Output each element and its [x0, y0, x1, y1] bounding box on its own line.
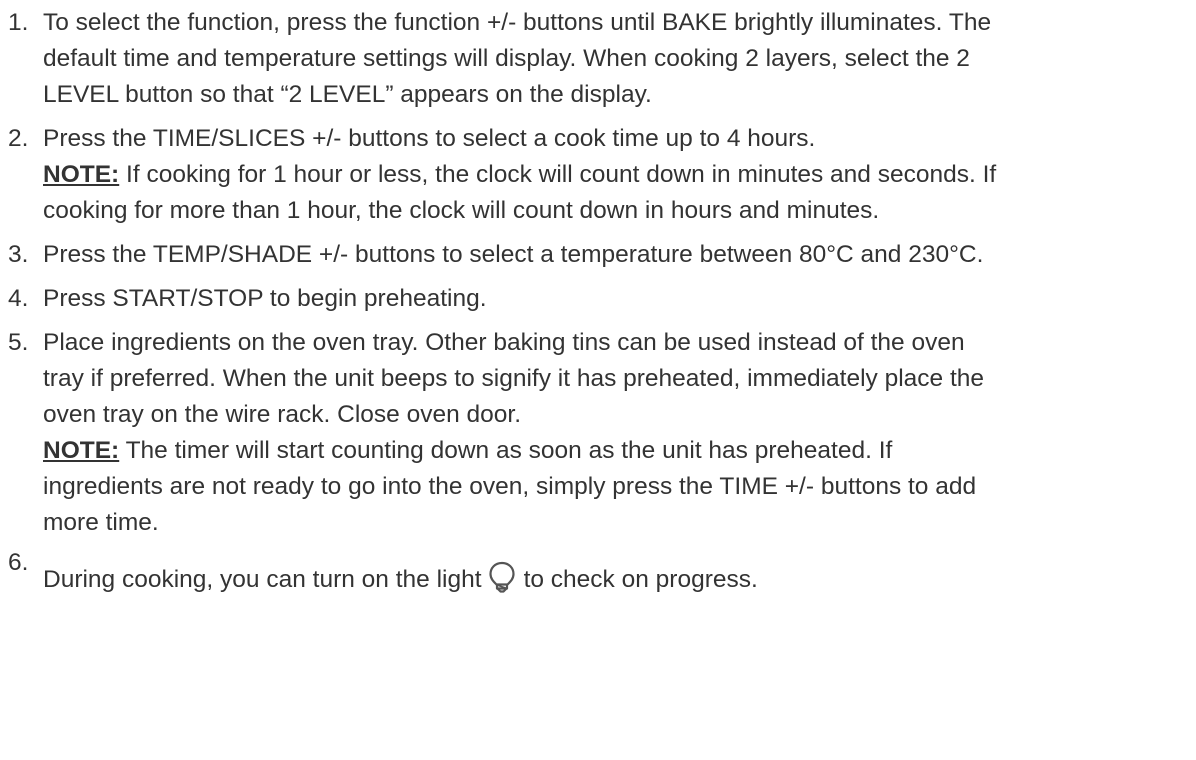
step-text: Press the TIME/SLICES +/- buttons to sel…	[43, 121, 1196, 229]
note-line: NOTE: The timer will start counting down…	[43, 433, 1188, 469]
step-number: 6.	[8, 549, 29, 576]
step-number: 1.	[8, 9, 29, 36]
step-text-after-icon: to check on progress.	[523, 566, 758, 593]
step-3: 3. Press the TEMP/SHADE +/- buttons to s…	[8, 237, 1196, 273]
lightbulb-icon	[488, 561, 515, 593]
step-1: 1. To select the function, press the fun…	[8, 5, 1196, 113]
step-line: tray if preferred. When the unit beeps t…	[43, 365, 985, 392]
step-text: To select the function, press the functi…	[43, 5, 1196, 113]
step-number: 3.	[8, 241, 29, 268]
note-line: NOTE: If cooking for 1 hour or less, the…	[43, 157, 1188, 193]
note-line: ingredients are not ready to go into the…	[43, 473, 977, 500]
step-5: 5. Place ingredients on the oven tray. O…	[8, 325, 1196, 541]
note-text: The timer will start counting down as so…	[119, 437, 893, 464]
step-text: During cooking, you can turn on the ligh…	[43, 561, 758, 598]
step-4: 4. Press START/STOP to begin preheating.	[8, 281, 1196, 317]
instructions-document: 1. To select the function, press the fun…	[0, 0, 1196, 760]
step-text: Press START/STOP to begin preheating.	[43, 281, 1196, 317]
step-text-before-icon: During cooking, you can turn on the ligh…	[43, 566, 482, 593]
step-number: 5.	[8, 329, 29, 356]
step-number: 2.	[8, 125, 29, 152]
step-line: Press the TIME/SLICES +/- buttons to sel…	[43, 125, 816, 152]
step-6: 6. During cooking, you can turn on the l…	[8, 549, 1196, 599]
step-line: LEVEL button so that “2 LEVEL” appears o…	[43, 81, 652, 108]
step-line: Press the TEMP/SHADE +/- buttons to sele…	[43, 241, 984, 268]
step-text: Place ingredients on the oven tray. Othe…	[43, 325, 1196, 541]
note-label: NOTE:	[43, 437, 120, 464]
note-line: more time.	[43, 509, 159, 536]
step-text: Press the TEMP/SHADE +/- buttons to sele…	[43, 237, 1196, 273]
step-line: oven tray on the wire rack. Close oven d…	[43, 401, 522, 428]
step-line: Place ingredients on the oven tray. Othe…	[43, 329, 965, 356]
step-line: To select the function, press the functi…	[43, 9, 992, 36]
note-label: NOTE:	[43, 161, 120, 188]
step-2: 2. Press the TIME/SLICES +/- buttons to …	[8, 121, 1196, 229]
step-line: default time and temperature settings wi…	[43, 45, 970, 72]
step-number: 4.	[8, 285, 29, 312]
note-line: cooking for more than 1 hour, the clock …	[43, 197, 880, 224]
step-line: Press START/STOP to begin preheating.	[43, 285, 487, 312]
note-text: If cooking for 1 hour or less, the clock…	[119, 161, 997, 188]
